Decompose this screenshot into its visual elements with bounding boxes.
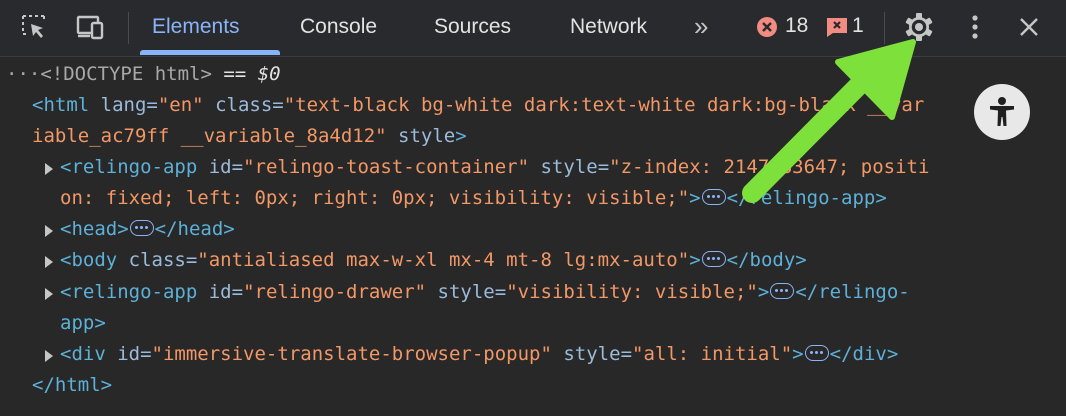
html-node-row[interactable]: <html lang="en" class="text-black bg-whi… xyxy=(32,90,924,120)
relingo-toast-row-cont: on: fixed; left: 0px; right: 0px; visibi… xyxy=(60,183,887,213)
tag-name: <relingo-app xyxy=(60,281,198,303)
tag-close: > xyxy=(455,125,467,147)
body-node-row[interactable]: <body class="antialiased max-w-xl mx-4 m… xyxy=(60,245,807,275)
head-node-row[interactable]: <head> </head> xyxy=(60,214,235,244)
toolbar-divider xyxy=(128,12,129,44)
tag-end: app> xyxy=(60,312,106,334)
attr-value: "relingo-toast-container" xyxy=(243,156,530,178)
relingo-toast-row[interactable]: <relingo-app id="relingo-toast-container… xyxy=(60,152,929,182)
expand-triangle-icon[interactable] xyxy=(45,256,53,268)
attr-name: style xyxy=(426,281,495,303)
selected-var: $0 xyxy=(257,63,281,85)
tag-close: > xyxy=(689,249,701,271)
accessibility-button[interactable] xyxy=(974,84,1030,140)
attr-eq: = xyxy=(231,156,244,178)
attr-value: iable_ac79ff __variable_8a4d12" xyxy=(32,125,387,147)
attr-name: id xyxy=(197,156,232,178)
attr-name: lang xyxy=(89,94,147,116)
more-options-icon[interactable] xyxy=(960,12,990,42)
tag-close: > xyxy=(792,343,804,365)
attr-eq: = xyxy=(185,249,198,271)
attr-value: "relingo-drawer" xyxy=(243,281,427,303)
attr-value: "z-index: 2147483647; positi xyxy=(609,156,930,178)
elements-tree: ···<!DOCTYPE html> == $0 <html lang="en"… xyxy=(0,57,1066,416)
tag-end: </div> xyxy=(829,343,899,365)
settings-gear-icon[interactable] xyxy=(903,12,935,42)
relingo-drawer-row-cont: app> xyxy=(60,308,106,338)
tag-name: <head> xyxy=(60,218,129,240)
selected-equals: == xyxy=(211,63,258,85)
tab-console[interactable]: Console xyxy=(300,15,377,39)
collapsed-ellipsis-icon[interactable] xyxy=(701,250,726,267)
attr-eq: = xyxy=(272,94,284,116)
attr-name: style xyxy=(386,125,456,147)
html-node-row-cont: iable_ac79ff __variable_8a4d12" style> xyxy=(32,121,467,151)
attr-name: id xyxy=(105,343,141,365)
tab-sources[interactable]: Sources xyxy=(434,15,511,39)
attr-value: "visibility: visible;" xyxy=(506,281,758,303)
more-tabs-icon[interactable]: » xyxy=(694,11,708,42)
attr-name: style xyxy=(551,343,621,365)
tag-close: > xyxy=(757,281,770,303)
tab-network[interactable]: Network xyxy=(570,15,647,39)
tag-name: <html xyxy=(32,94,90,116)
attr-eq: = xyxy=(494,281,507,303)
tag-end: </head> xyxy=(154,218,235,240)
attr-eq: = xyxy=(620,343,633,365)
html-close-row[interactable]: </html> xyxy=(32,370,112,400)
attr-value: "en" xyxy=(157,94,204,116)
active-tab-indicator xyxy=(140,50,280,55)
tag-end: </relingo-app> xyxy=(726,187,887,209)
issues-count[interactable]: 1 xyxy=(852,14,864,38)
relingo-drawer-row[interactable]: <relingo-app id="relingo-drawer" style="… xyxy=(60,277,910,307)
collapsed-ellipsis-icon[interactable] xyxy=(701,188,726,205)
accessibility-icon xyxy=(990,97,1014,126)
tab-elements[interactable]: Elements xyxy=(152,15,240,39)
doctype-node: <!DOCTYPE html> xyxy=(40,63,212,85)
attr-value: "antialiased max-w-xl mx-4 mt-8 lg:mx-au… xyxy=(197,249,690,271)
collapsed-ellipsis-icon[interactable] xyxy=(770,282,795,299)
expand-triangle-icon[interactable] xyxy=(45,350,53,362)
close-icon[interactable] xyxy=(1014,12,1044,42)
attr-eq: = xyxy=(140,343,152,365)
attr-value: on: fixed; left: 0px; right: 0px; visibi… xyxy=(60,187,690,209)
tag-end: </relingo- xyxy=(795,281,910,303)
tag-end: </body> xyxy=(726,249,807,271)
attr-name: id xyxy=(197,281,232,303)
toolbar-divider xyxy=(884,12,885,44)
attr-value: "immersive-translate-browser-popup" xyxy=(151,343,552,365)
collapsed-ellipsis-icon[interactable] xyxy=(804,344,829,361)
attr-name: style xyxy=(529,156,598,178)
tag-name: <body xyxy=(60,249,118,271)
attr-eq: = xyxy=(597,156,610,178)
expand-triangle-icon[interactable] xyxy=(45,225,53,237)
tag-close: > xyxy=(689,187,701,209)
device-toolbar-icon[interactable] xyxy=(74,12,106,42)
doctype-row[interactable]: ···<!DOCTYPE html> == $0 xyxy=(6,59,281,89)
tag-name: <div xyxy=(60,343,106,365)
attr-name: class xyxy=(117,249,186,271)
expand-triangle-icon[interactable] xyxy=(45,163,53,175)
div-node-row[interactable]: <div id="immersive-translate-browser-pop… xyxy=(60,339,898,369)
tag-name: <relingo-app xyxy=(60,156,198,178)
attr-eq: = xyxy=(146,94,158,116)
error-count[interactable]: 18 xyxy=(785,14,808,38)
attr-value: "all: initial" xyxy=(632,343,793,365)
tag-end: </html> xyxy=(32,374,113,396)
attr-eq: = xyxy=(231,281,244,303)
error-icon[interactable] xyxy=(754,12,780,42)
attr-value: "text-black bg-white dark:text-white dar… xyxy=(283,94,925,116)
collapsed-ellipsis-icon[interactable] xyxy=(129,219,154,236)
devtools-toolbar: Elements Console Sources Network » 18 1 xyxy=(0,0,1066,57)
expand-triangle-icon[interactable] xyxy=(45,288,53,300)
issues-icon[interactable] xyxy=(824,12,850,42)
attr-name: class xyxy=(203,94,273,116)
inspect-element-icon[interactable] xyxy=(18,12,50,42)
